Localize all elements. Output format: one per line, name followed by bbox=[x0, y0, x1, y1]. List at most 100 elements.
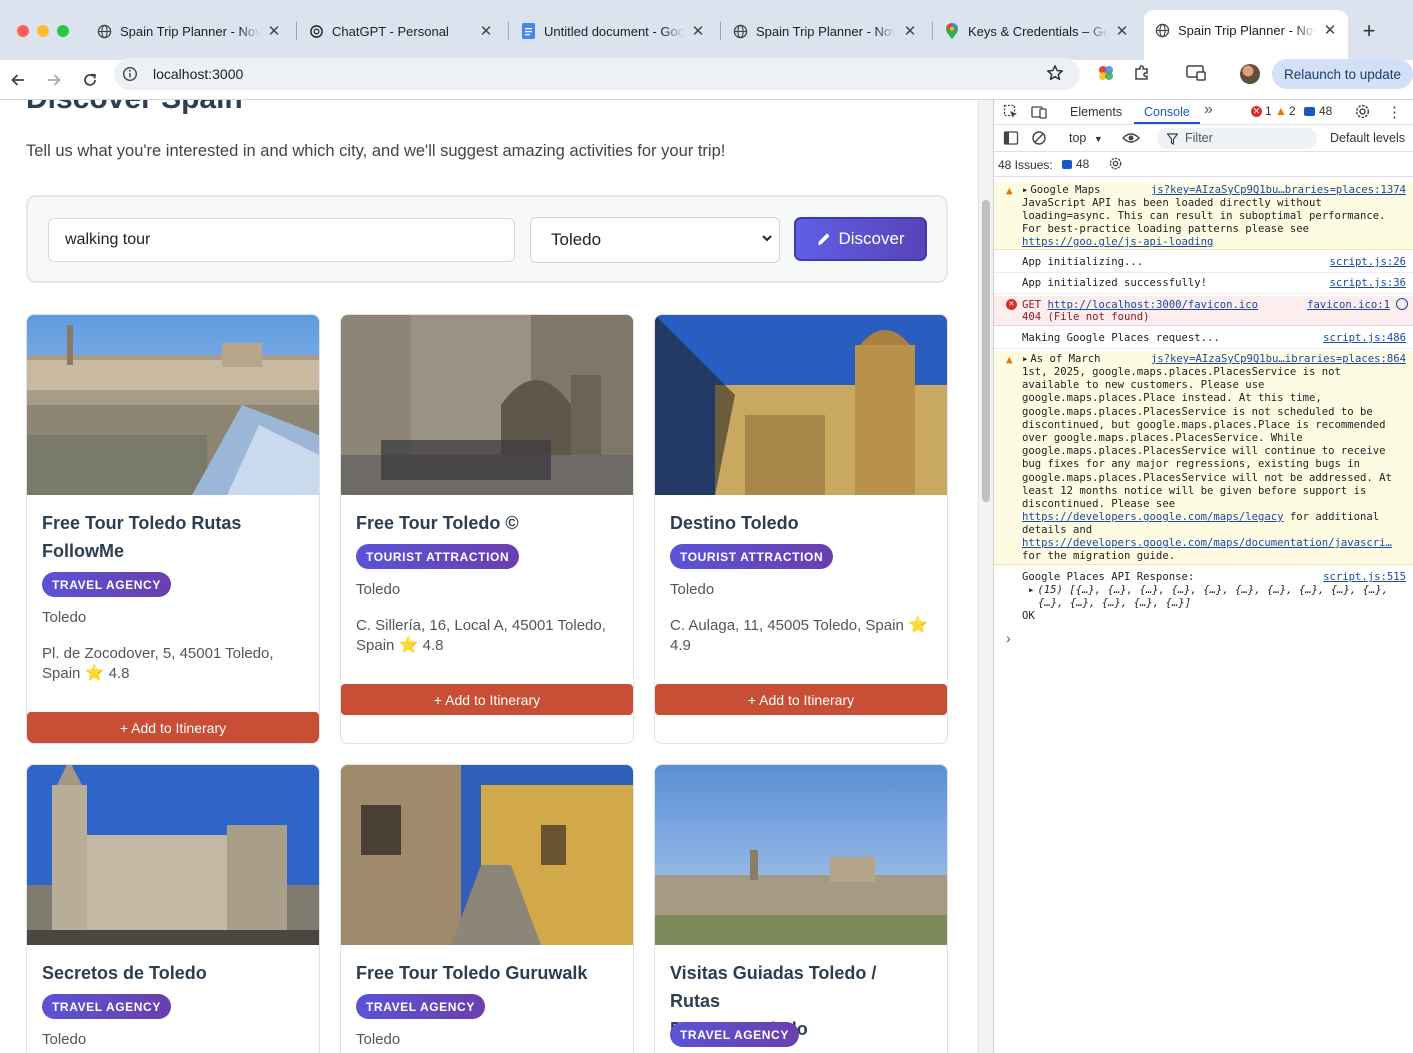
close-icon[interactable]: ✕ bbox=[266, 22, 282, 40]
url-text[interactable]: localhost:3000 bbox=[153, 66, 243, 82]
console-ok: OK bbox=[1022, 610, 1035, 622]
card-address-rating: Spain ⭐ 4.8 bbox=[42, 664, 304, 684]
browser-tab[interactable]: Keys & Credentials – Goo ✕ bbox=[934, 12, 1140, 50]
back-button[interactable] bbox=[4, 66, 32, 94]
relaunch-button[interactable]: Relaunch to update bbox=[1272, 59, 1413, 89]
add-to-itinerary-button[interactable]: + Add to Itinerary bbox=[341, 684, 633, 715]
warning-count[interactable]: ▲ 2 bbox=[1275, 104, 1296, 118]
bookmark-star-icon[interactable] bbox=[1046, 64, 1064, 87]
expand-arrow-icon[interactable]: ▸ bbox=[1028, 584, 1034, 596]
inspect-element-icon[interactable] bbox=[1003, 104, 1019, 125]
console-source-link[interactable]: script.js:515 bbox=[1323, 571, 1406, 584]
card-title-line: Destino Toledo bbox=[670, 513, 799, 533]
settings-gear-icon[interactable] bbox=[1354, 103, 1371, 125]
error-count[interactable]: ✕ 1 bbox=[1251, 104, 1272, 118]
city-select[interactable]: Toledo bbox=[530, 217, 780, 263]
eye-icon[interactable] bbox=[1122, 130, 1140, 151]
device-toolbar-icon[interactable] bbox=[1031, 104, 1047, 125]
category-badge: TOURIST ATTRACTION bbox=[356, 544, 520, 569]
message-count[interactable]: 48 bbox=[1304, 104, 1332, 118]
extension-icon[interactable] bbox=[1097, 64, 1115, 87]
tab-title: Untitled document - Goo bbox=[544, 23, 684, 39]
close-icon[interactable]: ✕ bbox=[690, 22, 706, 40]
star-icon: ⭐ bbox=[398, 637, 419, 654]
console-text: for additional bbox=[1283, 511, 1380, 523]
pencil-icon bbox=[816, 231, 832, 247]
browser-tab[interactable]: ChatGPT - Personal ✕ bbox=[298, 12, 504, 50]
console-link[interactable]: https://developers.google.com/maps/docum… bbox=[1022, 537, 1408, 550]
log-levels-select[interactable]: Default levels bbox=[1330, 131, 1413, 145]
console-link[interactable]: https://goo.gle/js-api-loading bbox=[1022, 236, 1408, 249]
site-info-icon[interactable] bbox=[122, 66, 138, 87]
tab-title: Spain Trip Planner - Nov bbox=[120, 23, 260, 39]
close-icon[interactable]: ✕ bbox=[1114, 22, 1130, 40]
console-message-log: Making Google Places request... script.j… bbox=[994, 328, 1413, 349]
network-icon[interactable] bbox=[1396, 298, 1408, 310]
card-address-line: Pl. de Zocodover, 5, 45001 Toledo, bbox=[42, 645, 274, 662]
activity-card: Secretos de Toledo TRAVEL AGENCY Toledo bbox=[26, 764, 320, 1053]
chevron-down-icon bbox=[761, 231, 773, 247]
request-url[interactable]: http://localhost:3000/favicon.ico bbox=[1048, 299, 1258, 311]
issues-link[interactable]: 48 bbox=[1062, 157, 1089, 171]
tab-elements[interactable]: Elements bbox=[1070, 105, 1122, 119]
more-tabs-button[interactable]: » bbox=[1204, 101, 1213, 119]
warning-count-value: 2 bbox=[1288, 104, 1296, 118]
card-title: Secretos de Toledo bbox=[42, 959, 302, 987]
more-options-icon[interactable]: ⋮ bbox=[1387, 103, 1402, 121]
activity-card: Free Tour Toledo Guruwalk TRAVEL AGENCY … bbox=[340, 764, 634, 1053]
console-array-line: (15) [{…}, {…}, {…}, {…}, {…}, {…}, {…},… bbox=[1037, 584, 1389, 596]
discover-button[interactable]: Discover bbox=[794, 217, 927, 261]
category-badge: TRAVEL AGENCY bbox=[42, 572, 171, 597]
console-prompt[interactable]: › bbox=[1006, 630, 1011, 646]
sidebar-toggle-icon[interactable] bbox=[1003, 130, 1019, 151]
console-source-link[interactable]: script.js:36 bbox=[1329, 277, 1406, 290]
card-address-line: Spain bbox=[356, 637, 395, 654]
address-bar[interactable]: localhost:3000 bbox=[114, 58, 1080, 90]
extensions-puzzle-icon[interactable] bbox=[1133, 64, 1151, 87]
close-icon[interactable]: ✕ bbox=[1322, 21, 1338, 39]
filter-icon bbox=[1166, 132, 1179, 150]
card-address-line: C. Sillería, 16, Local A, 45001 Toledo, bbox=[356, 617, 606, 634]
reload-button[interactable] bbox=[76, 66, 104, 94]
issues-settings-icon[interactable] bbox=[1108, 156, 1123, 174]
avatar[interactable] bbox=[1240, 64, 1260, 84]
clear-console-icon[interactable] bbox=[1031, 130, 1047, 151]
star-icon: ⭐ bbox=[84, 665, 105, 682]
activity-card: Free Tour Toledo © TOURIST ATTRACTION To… bbox=[340, 314, 634, 744]
browser-tab[interactable]: Untitled document - Goo ✕ bbox=[510, 12, 716, 50]
cast-media-icon[interactable] bbox=[1186, 64, 1206, 87]
new-tab-button[interactable]: + bbox=[1358, 18, 1380, 44]
console-message-body: 1st, 2025, google.maps.places.PlacesServ… bbox=[1022, 366, 1392, 511]
tab-console[interactable]: Console bbox=[1144, 105, 1190, 119]
maps-pin-icon bbox=[944, 23, 960, 39]
browser-tab[interactable]: Spain Trip Planner - Nov ✕ bbox=[722, 12, 928, 50]
context-select[interactable]: top ▼ bbox=[1069, 131, 1103, 145]
issues-bar: 48 Issues: 48 bbox=[994, 152, 1413, 177]
console-link[interactable]: https://developers.google.com/maps/legac… bbox=[1022, 511, 1284, 523]
console-source-link[interactable]: script.js:26 bbox=[1329, 256, 1406, 269]
add-to-itinerary-button[interactable]: + Add to Itinerary bbox=[655, 684, 947, 715]
close-icon[interactable]: ✕ bbox=[902, 22, 918, 40]
close-icon[interactable]: ✕ bbox=[478, 22, 494, 40]
message-icon bbox=[1304, 106, 1315, 116]
window-minimize-button[interactable] bbox=[37, 25, 49, 37]
window-zoom-button[interactable] bbox=[57, 25, 69, 37]
window-close-button[interactable] bbox=[17, 25, 29, 37]
forward-button[interactable] bbox=[40, 66, 68, 94]
browser-tab[interactable]: Spain Trip Planner - Nov ✕ bbox=[86, 12, 292, 50]
expand-arrow-icon[interactable]: ▸ bbox=[1022, 184, 1028, 196]
expand-arrow-icon[interactable]: ▸ bbox=[1022, 353, 1028, 365]
browser-tab-active[interactable]: Spain Trip Planner - Nov ✕ bbox=[1144, 10, 1348, 60]
page-scrollbar-thumb[interactable] bbox=[982, 200, 990, 502]
console-source-link[interactable]: js?key=AIzaSyCp9Q1bu…braries=places:1374 bbox=[1151, 184, 1406, 197]
console-lead: As of March bbox=[1030, 353, 1101, 365]
console-array[interactable]: ▸ (15) [{…}, {…}, {…}, {…}, {…}, {…}, {…}… bbox=[1028, 584, 1408, 597]
console-source-link[interactable]: script.js:486 bbox=[1323, 332, 1406, 345]
card-title-line: Free Tour Toledo Guruwalk bbox=[356, 963, 588, 983]
interest-input[interactable] bbox=[48, 218, 515, 262]
card-title-line: Free Tour Toledo Rutas bbox=[42, 513, 242, 533]
console-source-link[interactable]: js?key=AIzaSyCp9Q1bu…ibraries=places:864 bbox=[1151, 353, 1406, 366]
console-filter-input[interactable]: Filter bbox=[1157, 128, 1317, 149]
add-to-itinerary-button[interactable]: + Add to Itinerary bbox=[27, 712, 319, 743]
discover-label: Discover bbox=[838, 229, 905, 248]
